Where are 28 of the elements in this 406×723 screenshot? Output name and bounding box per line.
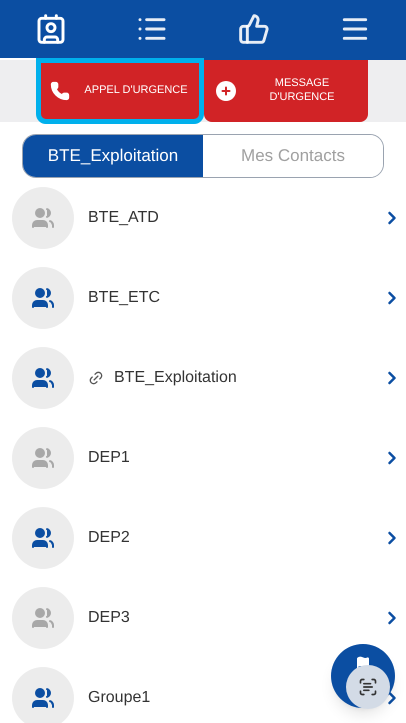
people-icon (31, 686, 55, 710)
group-name: DEP1 (88, 448, 130, 468)
people-icon (31, 366, 55, 390)
emergency-message-button[interactable]: MESSAGE D'URGENCE (204, 60, 368, 122)
group-name: DEP2 (88, 528, 130, 548)
people-icon (31, 206, 55, 230)
group-row[interactable]: BTE_Exploitation (0, 338, 406, 418)
emergency-call-button[interactable]: APPEL D'URGENCE (38, 60, 202, 122)
group-row[interactable]: BTE_ETC (0, 258, 406, 338)
thumbs-up-icon (238, 13, 270, 45)
contacts-icon (34, 13, 67, 45)
group-row[interactable]: BTE_ATD (0, 178, 406, 258)
group-name: BTE_ETC (88, 288, 160, 308)
people-icon (31, 606, 55, 630)
chat-plus-icon (216, 81, 236, 101)
people-icon (31, 446, 55, 470)
phone-icon (50, 81, 70, 101)
people-icon (31, 286, 55, 310)
segment-tab[interactable]: BTE_Exploitation (23, 135, 203, 177)
group-row[interactable]: DEP1 (0, 418, 406, 498)
group-row[interactable]: DEP3 (0, 578, 406, 658)
people-icon (31, 526, 55, 550)
group-name: Groupe1 (88, 688, 150, 708)
group-name: BTE_Exploitation (114, 368, 237, 388)
group-row[interactable]: DEP2 (0, 498, 406, 578)
text-scan-icon (358, 677, 378, 697)
group-name: BTE_ATD (88, 208, 159, 228)
group-name: DEP3 (88, 608, 130, 628)
